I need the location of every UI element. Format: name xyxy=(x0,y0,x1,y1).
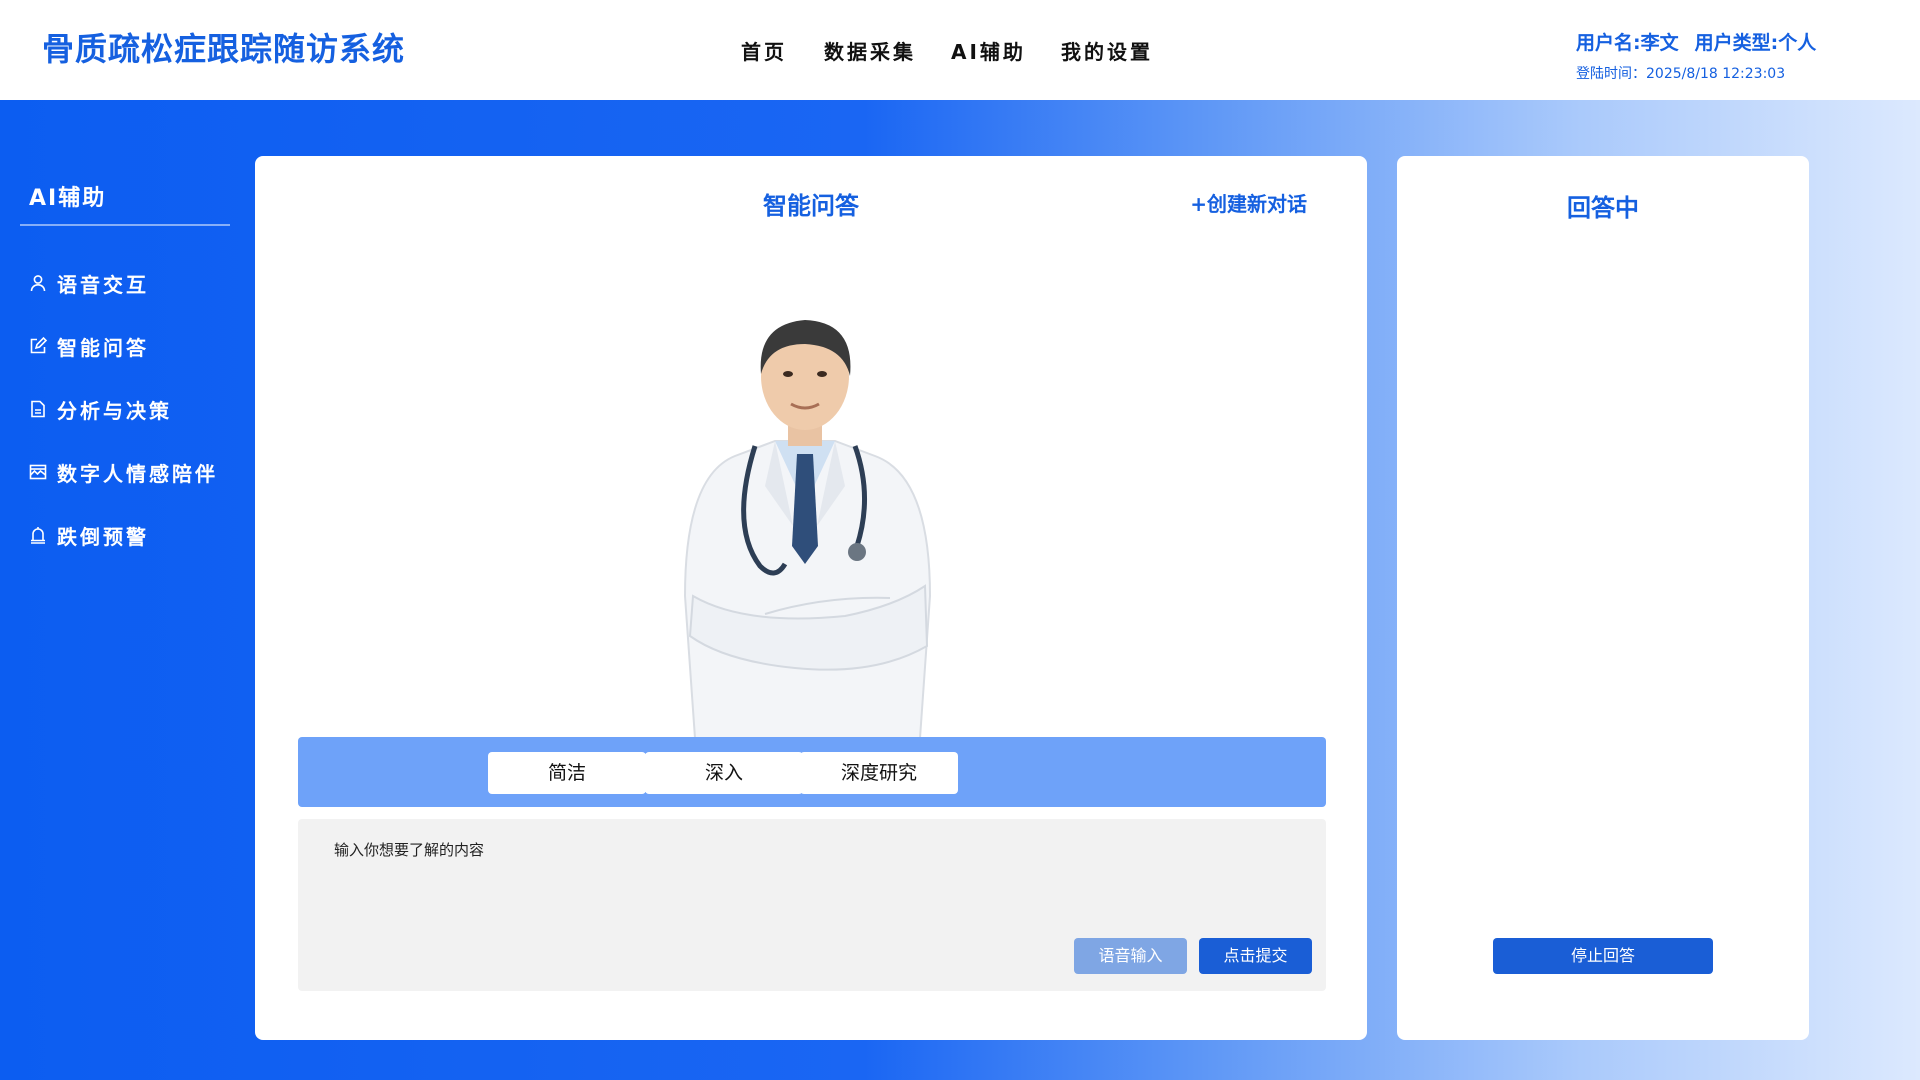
smart-qa-panel: 智能问答 +创建新对话 简洁 深入 深度研究 输入你想要了解的内容 语音输入 点… xyxy=(255,156,1367,1040)
alarm-icon xyxy=(28,525,48,545)
question-input-area: 语音输入 点击提交 xyxy=(298,819,1326,991)
sidebar-item-fall-warning[interactable]: 跌倒预警 xyxy=(28,520,149,550)
sidebar-item-smart-qa[interactable]: 智能问答 xyxy=(28,331,149,361)
answer-panel-title: 回答中 xyxy=(1567,194,1639,222)
new-chat-button[interactable]: +创建新对话 xyxy=(1190,188,1307,217)
top-header: 骨质疏松症跟踪随访系统 首页 数据采集 AI辅助 我的设置 用户名:李文 用户类型… xyxy=(0,0,1920,100)
stop-answer-button[interactable]: 停止回答 xyxy=(1493,938,1713,974)
edit-icon xyxy=(28,336,48,356)
user-type: 用户类型:个人 xyxy=(1694,32,1817,54)
nav-data-collection[interactable]: 数据采集 xyxy=(824,36,916,65)
content-area: AI辅助 语音交互 智能问答 分析与决策 数字人情感陪伴 跌倒预警 智能问答 +… xyxy=(0,100,1920,1080)
sidebar-item-label: 数字人情感陪伴 xyxy=(57,461,218,486)
voice-input-button[interactable]: 语音输入 xyxy=(1074,938,1187,974)
sidebar-divider xyxy=(20,224,230,226)
sidebar-title: AI辅助 xyxy=(29,186,107,211)
sidebar-item-label: 智能问答 xyxy=(57,335,149,360)
question-input[interactable] xyxy=(334,841,934,859)
user-info: 用户名:李文 用户类型:个人 登陆时间：2025/8/18 12:23:03 xyxy=(1576,28,1816,83)
answer-panel: 回答中 停止回答 xyxy=(1397,156,1809,1040)
sidebar-item-label: 语音交互 xyxy=(57,272,149,297)
image-icon xyxy=(28,462,48,482)
sidebar-item-label: 跌倒预警 xyxy=(57,524,149,549)
submit-button[interactable]: 点击提交 xyxy=(1199,938,1312,974)
document-icon xyxy=(28,399,48,419)
sidebar-item-analysis-decision[interactable]: 分析与决策 xyxy=(28,394,172,424)
user-name: 用户名:李文 xyxy=(1576,32,1679,54)
nav-my-settings[interactable]: 我的设置 xyxy=(1061,36,1153,65)
sidebar-item-label: 分析与决策 xyxy=(57,398,172,423)
sidebar-item-digital-companion[interactable]: 数字人情感陪伴 xyxy=(28,457,218,487)
sidebar-item-voice-interaction[interactable]: 语音交互 xyxy=(28,268,149,298)
digital-doctor-avatar xyxy=(645,296,965,739)
user-icon xyxy=(28,273,48,293)
login-time: 登陆时间：2025/8/18 12:23:03 xyxy=(1576,66,1786,82)
mode-concise-button[interactable]: 简洁 xyxy=(488,752,646,794)
nav-ai-assist[interactable]: AI辅助 xyxy=(951,36,1026,65)
sidebar: AI辅助 语音交互 智能问答 分析与决策 数字人情感陪伴 跌倒预警 xyxy=(0,100,240,1080)
nav-home[interactable]: 首页 xyxy=(741,36,787,65)
mode-deep-research-button[interactable]: 深度研究 xyxy=(800,752,958,794)
mode-in-depth-button[interactable]: 深入 xyxy=(645,752,803,794)
response-mode-bar: 简洁 深入 深度研究 xyxy=(298,737,1326,807)
